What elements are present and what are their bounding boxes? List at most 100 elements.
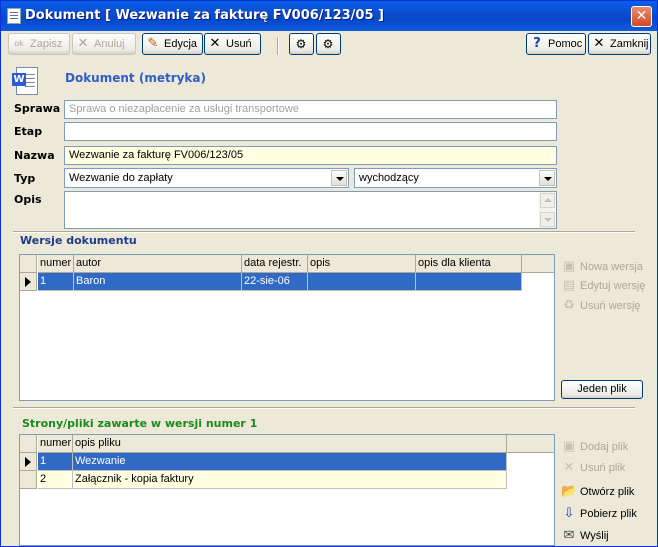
chevron-down-icon[interactable] (539, 170, 555, 186)
single-file-button[interactable]: Jeden plik (561, 380, 643, 399)
delete-version-label: Usuń wersję (580, 300, 641, 312)
send-document-icon: ✉ (563, 528, 575, 543)
add-file-button[interactable]: ▣ Dodaj plik (561, 437, 628, 457)
delete-x-icon: ✕ (563, 460, 575, 475)
help-button-label: Pomoc (548, 38, 583, 50)
col-header-opis[interactable]: opis (308, 255, 416, 273)
new-page-icon: ▣ (562, 259, 576, 274)
send-label: Wyślij (580, 530, 609, 542)
nazwa-label: Nazwa (14, 149, 55, 162)
etap-field[interactable] (64, 122, 557, 141)
table-cell[interactable]: 2 (38, 471, 73, 489)
scroll-down-icon[interactable] (540, 212, 555, 227)
document-window: Dokument [ Wezwanie za fakturę FV006/123… (0, 0, 658, 547)
pencil-icon: ✎ (147, 36, 159, 51)
close-button[interactable]: ✕ Zamknij (588, 33, 651, 55)
etap-label: Etap (14, 125, 43, 138)
files-title: Strony/pliki zawarte w wersji numer 1 (22, 417, 258, 430)
delete-button-label: Usuń (226, 38, 252, 50)
document-icon (7, 8, 21, 24)
grid-corner (20, 255, 37, 273)
edit-button-label: Edycja (164, 38, 198, 50)
direction-select[interactable]: wychodzący (354, 168, 557, 188)
chevron-down-icon[interactable] (331, 170, 347, 186)
workflow-button-2[interactable]: ⚙ (316, 33, 341, 55)
direction-select-value: wychodzący (359, 172, 419, 184)
download-file-button[interactable]: ⇩ Pobierz plik (561, 504, 637, 524)
new-page-icon: ▣ (562, 439, 576, 454)
edit-version-button[interactable]: ▤ Edytuj wersję (561, 276, 646, 296)
add-file-label: Dodaj plik (580, 441, 629, 453)
cancel-x-icon: ✕ (77, 36, 89, 51)
table-cell[interactable]: Baron (74, 273, 242, 291)
save-ok-icon: ok (14, 39, 24, 48)
toolbar-separator (277, 37, 279, 55)
opis-textarea[interactable] (64, 191, 557, 229)
col-header-numer[interactable]: numer (38, 255, 74, 273)
col-header-autor[interactable]: autor (74, 255, 242, 273)
edit-button[interactable]: ✎ Edycja (142, 33, 203, 55)
row-indicator[interactable] (20, 471, 37, 489)
open-folder-icon: 📂 (561, 484, 578, 499)
close-x-icon: ✕ (593, 36, 605, 51)
workflow-icon: ⚙ (322, 37, 334, 51)
download-icon: ⇩ (563, 506, 575, 521)
delete-version-button[interactable]: ♻ Usuń wersję (561, 296, 641, 316)
grid-corner (20, 435, 37, 453)
table-cell[interactable]: 22-sie-06 (242, 273, 308, 291)
col-header-data[interactable]: data rejestr. (242, 255, 308, 273)
recycle-icon: ♻ (563, 298, 575, 313)
edit-version-label: Edytuj wersję (580, 280, 646, 292)
nazwa-field[interactable]: Wezwanie za fakturę FV006/123/05 (64, 146, 557, 165)
versions-grid[interactable]: numer autor data rejestr. opis opis dla … (19, 254, 555, 401)
opis-scrollbar[interactable] (539, 192, 556, 228)
workflow-button-1[interactable]: ⚙ (289, 33, 314, 55)
title-bar[interactable]: Dokument [ Wezwanie za fakturę FV006/123… (1, 1, 657, 31)
col-header-opis-pliku[interactable]: opis pliku (73, 435, 507, 453)
scroll-up-icon[interactable] (540, 193, 555, 208)
typ-select[interactable]: Wezwanie do zapłaty (64, 168, 349, 188)
save-button-label: Zapisz (30, 38, 63, 50)
row-pointer-icon[interactable] (20, 273, 37, 291)
window-title: Dokument [ Wezwanie za fakturę FV006/123… (25, 8, 384, 23)
download-file-label: Pobierz plik (580, 508, 637, 520)
table-cell[interactable]: Wezwanie (73, 453, 507, 471)
open-file-label: Otwórz plik (580, 486, 635, 498)
table-cell[interactable]: Załącznik - kopia faktury (73, 471, 507, 489)
table-cell[interactable] (308, 273, 416, 291)
nazwa-value: Wezwanie za fakturę FV006/123/05 (69, 149, 244, 161)
word-document-icon: W (12, 67, 38, 97)
delete-button[interactable]: ✕ Usuń (204, 33, 261, 55)
workflow-icon: ⚙ (295, 37, 307, 51)
divider (13, 407, 635, 409)
edit-page-icon: ▤ (562, 278, 576, 293)
table-cell[interactable] (416, 273, 522, 291)
help-button[interactable]: ? Pomoc (526, 33, 586, 55)
send-button[interactable]: ✉ Wyślij (561, 526, 609, 546)
col-header-opis-klient[interactable]: opis dla klienta (416, 255, 522, 273)
section-title: Dokument (metryka) (65, 71, 206, 85)
sprawa-label: Sprawa (14, 102, 61, 115)
opis-label: Opis (14, 193, 42, 206)
new-version-label: Nowa wersja (580, 261, 643, 273)
sprawa-value: Sprawa o niezapłacenie za usługi transpo… (69, 103, 299, 115)
files-grid[interactable]: numer opis pliku 1 Wezwanie 2 Załącznik … (19, 434, 555, 546)
typ-label: Typ (14, 172, 36, 185)
delete-x-icon: ✕ (209, 36, 221, 51)
row-pointer-icon[interactable] (20, 453, 37, 471)
close-button-label: Zamknij (610, 38, 649, 50)
table-cell[interactable]: 1 (38, 453, 73, 471)
col-header-numer[interactable]: numer (38, 435, 73, 453)
cancel-button[interactable]: ✕ Anuluj (72, 33, 136, 55)
table-cell[interactable]: 1 (38, 273, 74, 291)
versions-title: Wersje dokumentu (20, 234, 137, 247)
typ-select-value: Wezwanie do zapłaty (69, 172, 173, 184)
window-close-button[interactable]: ✕ (631, 6, 652, 27)
open-file-button[interactable]: 📂 Otwórz plik (561, 482, 634, 502)
help-icon: ? (533, 36, 541, 51)
save-button[interactable]: ok Zapisz (8, 33, 70, 55)
delete-file-label: Usuń plik (580, 462, 626, 474)
sprawa-field[interactable]: Sprawa o niezapłacenie za usługi transpo… (64, 100, 557, 119)
delete-file-button[interactable]: ✕ Usuń plik (561, 458, 626, 478)
new-version-button[interactable]: ▣ Nowa wersja (561, 257, 643, 277)
